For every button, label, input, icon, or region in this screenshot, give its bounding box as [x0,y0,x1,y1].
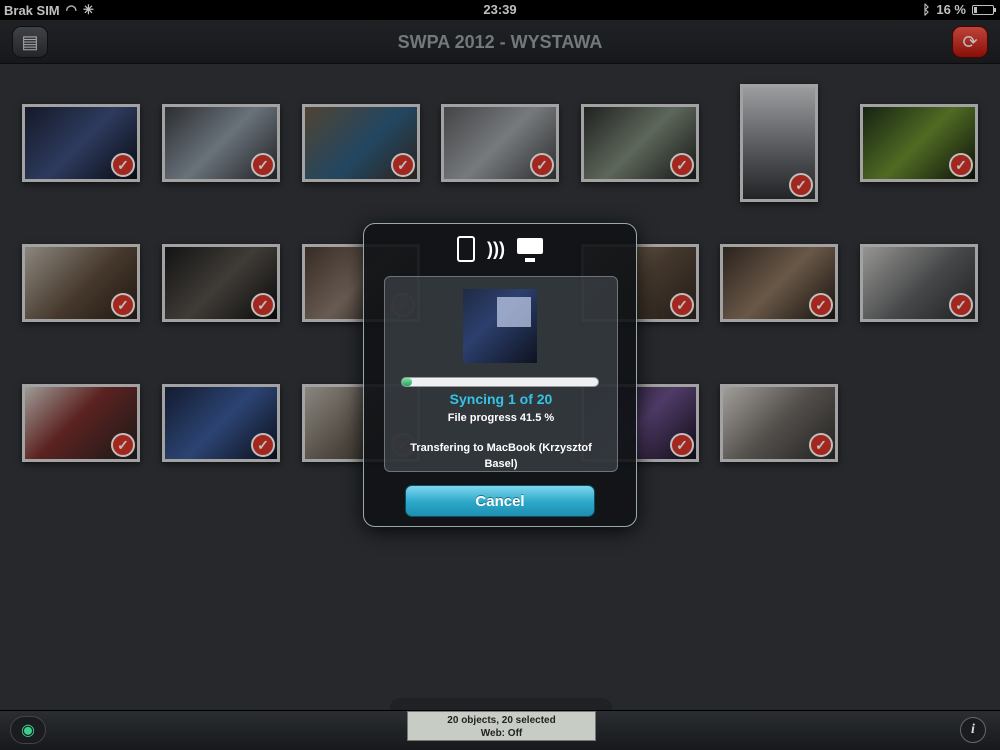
sync-icon: ⟳ [962,31,978,52]
photo-thumbnail[interactable]: ✓ [860,104,978,182]
selected-check-icon[interactable]: ✓ [789,173,813,197]
selected-check-icon[interactable]: ✓ [251,433,275,457]
selected-check-icon[interactable]: ✓ [530,153,554,177]
selected-check-icon[interactable]: ✓ [670,293,694,317]
view-toggle-button[interactable]: ◉ [10,716,46,744]
bottom-toolbar: ◉ 20 objects, 20 selected Web: Off i [0,710,1000,750]
navigation-bar: ▤ SWPA 2012 - WYSTAWA ⟳ [0,20,1000,64]
info-icon: i [971,722,975,737]
page-title: SWPA 2012 - WYSTAWA [397,32,603,52]
eye-icon: ◉ [21,722,35,739]
photo-thumbnail[interactable]: ✓ [162,104,280,182]
web-status: Web: Off [480,728,523,739]
ipad-icon [457,236,475,262]
photo-thumbnail[interactable]: ✓ [740,84,818,202]
selected-check-icon[interactable]: ✓ [949,153,973,177]
selected-check-icon[interactable]: ✓ [391,153,415,177]
file-progress: File progress 41.5 % [447,412,555,424]
selected-check-icon[interactable]: ✓ [809,433,833,457]
clock: 23:39 [483,2,517,17]
sync-progress-fill [402,378,412,386]
bluetooth-icon: ᛒ [922,2,931,17]
transfer-target: Transfering to MacBook (Krzysztof Basel) [410,442,592,470]
monitor-icon [516,238,543,262]
battery-percent: 16 % [936,2,966,17]
photo-thumbnail[interactable]: ✓ [441,104,559,182]
cancel-button[interactable]: Cancel [405,485,595,517]
sync-dialog: ))) Syncing 1 of 20 File progress 41.5 %… [363,223,637,527]
selected-check-icon[interactable]: ✓ [111,433,135,457]
photo-thumbnail[interactable]: ✓ [720,244,838,322]
status-bar: Brak SIM ◠ ✳ 23:39 ᛒ 16 % [0,0,1000,20]
selected-check-icon[interactable]: ✓ [809,293,833,317]
photo-thumbnail[interactable]: ✓ [22,384,140,462]
selected-check-icon[interactable]: ✓ [949,293,973,317]
photo-thumbnail[interactable]: ✓ [162,244,280,322]
selected-check-icon[interactable]: ✓ [670,153,694,177]
photo-thumbnail[interactable]: ✓ [302,104,420,182]
photo-thumbnail[interactable]: ✓ [860,244,978,322]
selection-status: 20 objects, 20 selected Web: Off [407,711,596,741]
sync-status: Syncing 1 of 20 [449,391,553,407]
selected-check-icon[interactable]: ✓ [251,293,275,317]
sync-icons: ))) [364,236,636,264]
photo-thumbnail[interactable]: ✓ [581,104,699,182]
sync-button[interactable]: ⟳ [952,26,988,58]
battery-icon [972,4,996,15]
sync-progress-bar [401,377,599,387]
current-photo-preview [463,289,537,363]
photo-thumbnail[interactable]: ✓ [162,384,280,462]
sync-panel: Syncing 1 of 20 File progress 41.5 % Tra… [384,276,618,472]
info-button[interactable]: i [960,717,986,743]
selection-count: 20 objects, 20 selected [447,715,556,726]
selected-check-icon[interactable]: ✓ [251,153,275,177]
selected-check-icon[interactable]: ✓ [111,293,135,317]
selected-check-icon[interactable]: ✓ [111,153,135,177]
photo-thumbnail[interactable]: ✓ [720,384,838,462]
wireless-icon: ))) [487,239,505,259]
selected-check-icon[interactable]: ✓ [670,433,694,457]
photo-thumbnail[interactable]: ✓ [22,104,140,182]
photo-thumbnail[interactable]: ✓ [22,244,140,322]
